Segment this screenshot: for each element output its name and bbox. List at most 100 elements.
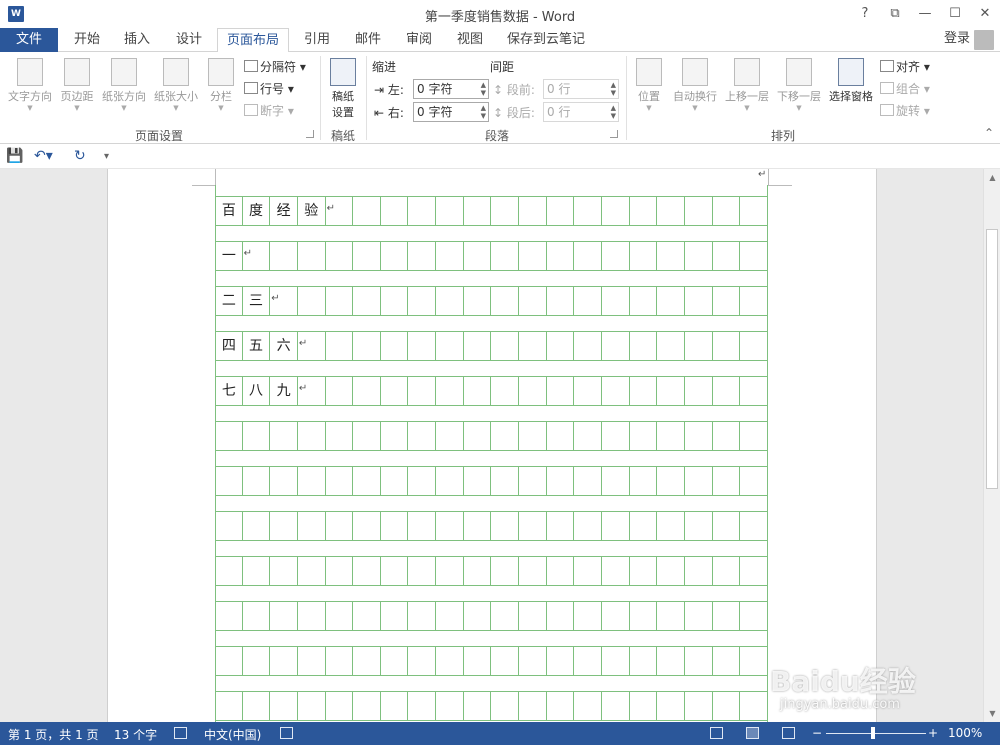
grid-cell[interactable] [353, 647, 381, 675]
wrap-text-button[interactable]: 自动换行 ▼ [670, 58, 720, 112]
grid-cell[interactable] [381, 287, 409, 315]
grid-cell[interactable] [464, 377, 492, 405]
grid-cell[interactable] [408, 557, 437, 585]
grid-cell[interactable] [630, 287, 658, 315]
tab-view[interactable]: 视图 [447, 28, 493, 52]
tab-mailings[interactable]: 邮件 [345, 28, 391, 52]
grid-cell[interactable] [408, 197, 437, 225]
grid-cell[interactable] [547, 332, 575, 360]
grid-cell[interactable] [436, 287, 464, 315]
grid-cell[interactable] [298, 422, 326, 450]
grid-cell[interactable] [547, 512, 575, 540]
grid-cell[interactable] [270, 692, 298, 720]
grid-cell[interactable]: 八 [243, 377, 271, 405]
grid-cell[interactable] [713, 647, 741, 675]
rotate-button[interactable]: 旋转 ▾ [880, 102, 930, 119]
grid-cell[interactable] [215, 512, 243, 540]
breaks-button[interactable]: 分隔符 ▾ [244, 58, 306, 75]
collapse-ribbon-icon[interactable]: ⌃ [984, 126, 994, 140]
grid-cell[interactable]: ↵ [243, 242, 271, 270]
word-count[interactable]: 13 个字 [114, 726, 157, 743]
grid-cell[interactable] [657, 692, 685, 720]
ribbon-display-options-button[interactable]: ⧉ [880, 0, 910, 28]
grid-cell[interactable] [381, 557, 409, 585]
grid-cell[interactable] [353, 242, 381, 270]
grid-cell[interactable] [519, 242, 547, 270]
grid-cell[interactable] [685, 602, 713, 630]
grid-cell[interactable] [381, 242, 409, 270]
grid-cell[interactable] [491, 557, 520, 585]
grid-cell[interactable] [519, 602, 547, 630]
grid-cell[interactable] [353, 377, 381, 405]
undo-icon[interactable]: ↶▾ [34, 148, 53, 164]
grid-cell[interactable] [574, 647, 602, 675]
grid-cell[interactable] [519, 422, 547, 450]
grid-cell[interactable] [381, 512, 409, 540]
grid-cell[interactable] [491, 332, 520, 360]
grid-cell[interactable] [270, 647, 298, 675]
grid-cell[interactable] [353, 557, 381, 585]
grid-cell[interactable] [326, 467, 354, 495]
page-setup-launcher-icon[interactable] [306, 130, 314, 138]
grid-cell[interactable] [547, 467, 575, 495]
grid-cell[interactable] [685, 467, 713, 495]
grid-cell[interactable] [519, 332, 547, 360]
grid-cell[interactable] [519, 467, 547, 495]
grid-cell[interactable] [685, 422, 713, 450]
grid-cell[interactable] [713, 557, 741, 585]
grid-cell[interactable] [270, 602, 298, 630]
grid-cell[interactable] [381, 602, 409, 630]
grid-cell[interactable] [215, 422, 243, 450]
grid-cell[interactable] [436, 197, 464, 225]
grid-cell[interactable] [630, 377, 658, 405]
grid-cell[interactable]: ↵ [298, 332, 326, 360]
grid-cell[interactable] [270, 242, 298, 270]
grid-cell[interactable] [713, 512, 741, 540]
grid-cell[interactable] [574, 512, 602, 540]
grid-cell[interactable] [215, 602, 243, 630]
grid-cell[interactable] [491, 242, 520, 270]
grid-cell[interactable] [298, 647, 326, 675]
save-icon[interactable]: 💾 [6, 148, 23, 164]
grid-cell[interactable] [685, 242, 713, 270]
grid-cell[interactable] [630, 422, 658, 450]
spinner-arrows-icon[interactable]: ▲ ▼ [481, 81, 486, 97]
grid-cell[interactable] [408, 377, 437, 405]
grid-cell[interactable] [381, 647, 409, 675]
grid-cell[interactable] [685, 692, 713, 720]
tab-design[interactable]: 设计 [166, 28, 212, 52]
grid-cell[interactable]: 六 [270, 332, 298, 360]
grid-cell[interactable] [464, 692, 492, 720]
grid-cell[interactable] [270, 512, 298, 540]
grid-cell[interactable] [685, 287, 713, 315]
grid-cell[interactable] [657, 467, 685, 495]
grid-cell[interactable] [326, 422, 354, 450]
login-link[interactable]: 登录 [944, 28, 970, 50]
grid-cell[interactable] [436, 467, 464, 495]
grid-cell[interactable] [657, 512, 685, 540]
grid-cell[interactable] [436, 602, 464, 630]
manuscript-grid[interactable]: 百度经验 ↵ 一 ↵ 二三 ↵ 四五六 ↵ 七八九 ↵ [215, 196, 768, 736]
scrollbar-thumb[interactable] [986, 229, 998, 489]
read-mode-icon[interactable] [710, 727, 723, 739]
grid-cell[interactable] [713, 332, 741, 360]
grid-cell[interactable] [381, 467, 409, 495]
grid-cell[interactable] [353, 602, 381, 630]
grid-cell[interactable] [270, 557, 298, 585]
grid-cell[interactable] [436, 512, 464, 540]
grid-cell[interactable] [464, 242, 492, 270]
grid-cell[interactable] [491, 647, 520, 675]
grid-cell[interactable] [630, 512, 658, 540]
grid-cell[interactable]: 三 [243, 287, 271, 315]
grid-cell[interactable] [215, 647, 243, 675]
grid-cell[interactable] [519, 692, 547, 720]
grid-cell[interactable] [464, 422, 492, 450]
grid-cell[interactable] [381, 332, 409, 360]
grid-cell[interactable] [547, 602, 575, 630]
grid-cell[interactable] [519, 512, 547, 540]
grid-cell[interactable] [574, 422, 602, 450]
avatar[interactable] [974, 30, 994, 50]
grid-cell[interactable] [491, 422, 520, 450]
grid-cell[interactable] [657, 602, 685, 630]
hyphenation-button[interactable]: 断字 ▾ [244, 102, 294, 119]
